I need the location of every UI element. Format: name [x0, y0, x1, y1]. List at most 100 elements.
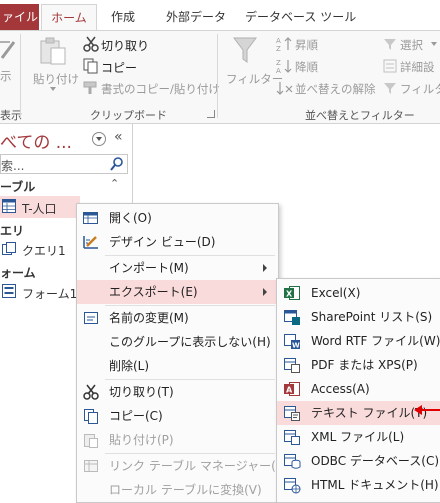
- filter-icon: [232, 36, 258, 66]
- scissors-icon: [82, 383, 100, 401]
- html-document-icon: [283, 476, 301, 494]
- section-collapse-icon[interactable]: ⌃: [110, 177, 119, 190]
- clipboard-group-label: クリップボード: [90, 109, 167, 122]
- text-file-icon: [283, 404, 301, 422]
- excel-icon: X: [283, 284, 301, 302]
- search-input[interactable]: 索...: [1, 157, 24, 174]
- query-icon: [2, 242, 16, 256]
- export-xml-file[interactable]: XML ファイル(L): [277, 425, 440, 449]
- copy-icon: [82, 407, 100, 425]
- paste-icon: [82, 431, 100, 449]
- filter-button[interactable]: フィルター: [226, 71, 283, 87]
- export-odbc-database[interactable]: ODBC データベース(C): [277, 449, 440, 473]
- clear-sort-button[interactable]: 並べ替えの解除: [295, 81, 376, 97]
- svg-text:A: A: [276, 37, 281, 45]
- tab-external-data[interactable]: 外部データ: [166, 4, 226, 30]
- sort-filter-group-label: 並べ替えとフィルター: [305, 109, 415, 122]
- selection-icon: [383, 37, 397, 51]
- nav-item-form[interactable]: フォーム1: [22, 285, 77, 302]
- menu-item-design-view[interactable]: デザイン ビュー(D): [77, 230, 278, 254]
- menu-item-export[interactable]: エクスポート(E): [77, 280, 278, 304]
- nav-section-forms[interactable]: ォーム: [0, 264, 36, 281]
- xml-file-icon: [283, 428, 301, 446]
- tab-file[interactable]: ァイル: [0, 4, 39, 30]
- table-icon: [2, 199, 16, 213]
- tab-home[interactable]: ホーム: [41, 4, 97, 31]
- paste-button[interactable]: 貼り付け: [33, 71, 79, 87]
- nav-section-tables[interactable]: ーブル: [0, 178, 35, 195]
- advanced-filter-icon: [383, 59, 397, 73]
- menu-item-rename[interactable]: 名前の変更(M): [77, 306, 278, 330]
- selection-button[interactable]: 選択: [400, 37, 423, 53]
- menu-item-delete[interactable]: 削除(L): [77, 354, 278, 378]
- menu-item-cut[interactable]: 切り取り(T): [77, 380, 278, 404]
- view-icon: [0, 36, 18, 62]
- copy-icon: [83, 58, 99, 74]
- submenu-arrow-icon: [263, 288, 267, 296]
- word-icon: W: [283, 332, 301, 350]
- export-submenu: X Excel(X) SharePoint リスト(S) W Word RTF …: [276, 278, 440, 503]
- nav-section-queries[interactable]: エリ: [0, 222, 24, 239]
- search-icon[interactable]: [109, 156, 125, 172]
- menu-item-open[interactable]: 開く(O): [77, 206, 278, 230]
- svg-text:X: X: [286, 290, 293, 299]
- sort-ascending-icon: AZ: [276, 36, 294, 53]
- chevron-down-icon: [50, 87, 56, 91]
- nav-item-query[interactable]: クエリ1: [22, 242, 66, 259]
- chevron-down-icon: [431, 42, 437, 46]
- submenu-arrow-icon: [263, 264, 267, 272]
- annotation-arrow-icon: [414, 403, 440, 417]
- menu-item-import[interactable]: インポート(M): [77, 256, 278, 280]
- nav-item-label: T-人口: [22, 202, 57, 216]
- design-view-icon: [82, 233, 100, 251]
- view-button[interactable]: 示: [0, 68, 12, 84]
- ribbon-separator: [217, 34, 218, 118]
- toggle-filter-button[interactable]: フィルター: [400, 81, 440, 97]
- nav-pane-title[interactable]: べての ...: [0, 128, 72, 153]
- menu-item-copy[interactable]: コピー(C): [77, 404, 278, 428]
- format-painter-icon: [83, 80, 99, 96]
- open-icon: [82, 209, 100, 227]
- tab-database-tools[interactable]: データベース ツール: [245, 4, 356, 30]
- ribbon-separator: [20, 34, 21, 118]
- sort-ascending-button[interactable]: 昇順: [295, 37, 318, 53]
- rename-icon: [82, 309, 100, 327]
- export-word-rtf[interactable]: W Word RTF ファイル(W): [277, 329, 440, 353]
- advanced-filter-button[interactable]: 詳細設: [400, 59, 435, 75]
- nav-search-box[interactable]: 索...: [0, 154, 128, 174]
- clear-sort-icon: [276, 80, 294, 96]
- context-menu: 開く(O) デザイン ビュー(D) インポート(M) エクスポート(E) 名前の…: [76, 203, 288, 503]
- export-sharepoint-list[interactable]: SharePoint リスト(S): [277, 305, 440, 329]
- menu-item-convert-to-local[interactable]: ローカル テーブルに変換(V): [77, 478, 278, 502]
- cut-button[interactable]: 切り取り: [101, 37, 149, 54]
- copy-button[interactable]: コピー: [101, 59, 137, 76]
- menu-item-paste[interactable]: 貼り付け(P): [77, 428, 278, 452]
- format-painter-button[interactable]: 書式のコピー/貼り付け: [101, 81, 220, 97]
- export-excel[interactable]: X Excel(X): [277, 281, 440, 305]
- svg-text:A: A: [276, 67, 281, 74]
- svg-text:A: A: [286, 386, 293, 395]
- sort-descending-button[interactable]: 降順: [295, 59, 318, 75]
- sort-descending-icon: ZA: [276, 58, 294, 75]
- export-pdf-xps[interactable]: PDF または XPS(P): [277, 353, 440, 377]
- scissors-icon: [83, 36, 99, 52]
- svg-text:W: W: [292, 342, 300, 350]
- svg-text:Z: Z: [276, 45, 281, 52]
- menu-item-hide-in-group[interactable]: このグループに表示しない(H): [77, 330, 278, 354]
- sharepoint-list-icon: [283, 308, 301, 326]
- linked-table-icon: [82, 457, 100, 475]
- access-icon: A: [283, 380, 301, 398]
- form-icon: [2, 284, 16, 298]
- clipboard-dialog-launcher-icon[interactable]: [207, 110, 215, 118]
- paste-icon: [36, 36, 70, 66]
- svg-text:Z: Z: [276, 59, 281, 67]
- export-access[interactable]: A Access(A): [277, 377, 440, 401]
- pdf-icon: [283, 356, 301, 374]
- toggle-filter-icon: [383, 81, 397, 95]
- collapse-pane-icon[interactable]: «: [114, 129, 123, 145]
- odbc-database-icon: [283, 452, 301, 470]
- menu-item-linked-table-manager[interactable]: リンク テーブル マネージャー(K): [77, 454, 288, 478]
- export-html-document[interactable]: HTML ドキュメント(H): [277, 473, 440, 497]
- tab-create[interactable]: 作成: [111, 4, 135, 30]
- nav-menu-dropdown-icon[interactable]: [92, 132, 106, 146]
